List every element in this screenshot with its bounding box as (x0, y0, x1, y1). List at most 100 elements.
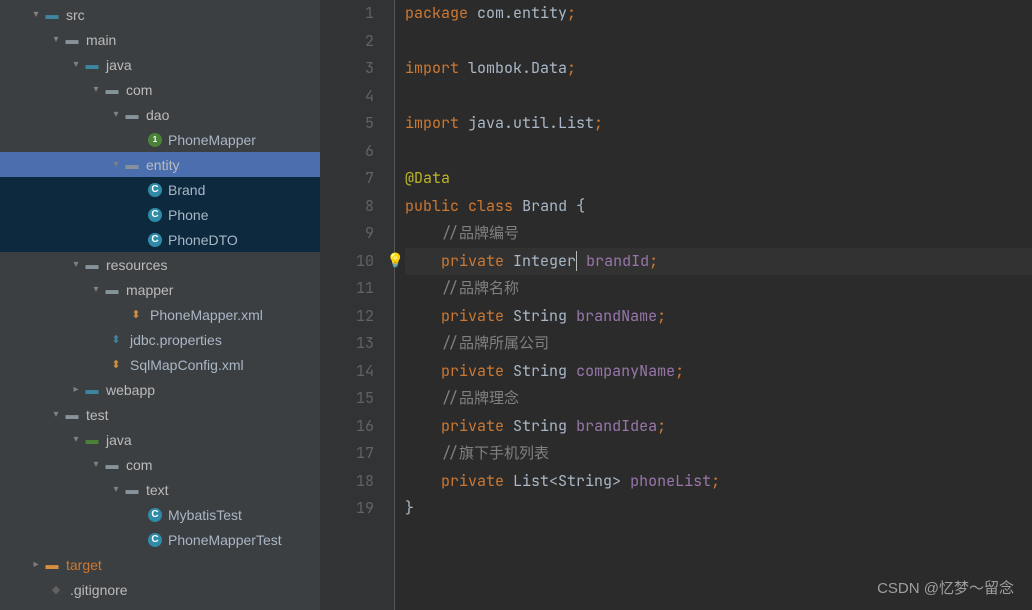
chevron-right-icon[interactable] (28, 559, 44, 570)
java-class-icon: C (148, 533, 162, 547)
code-line[interactable]: } (405, 495, 1032, 523)
code-line[interactable]: import java.util.List; (405, 110, 1032, 138)
code-editor[interactable]: 1 2 3 4 5 6 7 8 9 10💡 11 12 13 14 15 16 … (320, 0, 1032, 610)
code-line[interactable]: @Data (405, 165, 1032, 193)
code-line[interactable] (405, 138, 1032, 166)
code-area[interactable]: package com.entity; import lombok.Data; … (395, 0, 1032, 610)
intention-bulb-icon[interactable]: 💡 (387, 248, 404, 276)
code-line[interactable]: //品牌编号 (405, 220, 1032, 248)
chevron-down-icon[interactable] (108, 159, 124, 170)
tree-item-mybatistest[interactable]: CMybatisTest (0, 502, 320, 527)
tree-label: PhoneDTO (168, 232, 238, 248)
tree-item-webapp[interactable]: ▬webapp (0, 377, 320, 402)
folder-icon: ▬ (84, 57, 100, 73)
chevron-down-icon[interactable] (68, 259, 84, 270)
chevron-down-icon[interactable] (48, 34, 64, 45)
tree-item-phonemapperxml[interactable]: ⬍ PhoneMapper.xml (0, 302, 320, 327)
code-line[interactable]: private String companyName; (405, 358, 1032, 386)
tree-item-main[interactable]: ▬main (0, 27, 320, 52)
tree-label: entity (146, 157, 179, 173)
code-line[interactable]: private String brandName; (405, 303, 1032, 331)
line-number: 2 (320, 28, 374, 56)
tree-item-dao[interactable]: ▬ dao (0, 102, 320, 127)
tree-label: PhoneMapper.xml (150, 307, 263, 323)
tree-item-resources[interactable]: ▬ resources (0, 252, 320, 277)
tree-label: resources (106, 257, 167, 273)
tree-label: webapp (106, 382, 155, 398)
tree-item-phonemapper[interactable]: PhoneMapper (0, 127, 320, 152)
line-number: 15 (320, 385, 374, 413)
tree-item-test[interactable]: ▬test (0, 402, 320, 427)
code-line[interactable] (405, 28, 1032, 56)
code-line[interactable]: //品牌理念 (405, 385, 1032, 413)
project-tree[interactable]: ▬src ▬main ▬java ▬com ▬dao PhoneMapper ▬… (0, 0, 320, 610)
code-line[interactable]: public class Brand { (405, 193, 1032, 221)
chevron-down-icon[interactable] (68, 59, 84, 70)
code-line[interactable]: package com.entity; (405, 0, 1032, 28)
chevron-down-icon[interactable] (108, 484, 124, 495)
line-number: 18 (320, 468, 374, 496)
tree-item-java2[interactable]: ▬java (0, 427, 320, 452)
tree-item-java[interactable]: ▬ java (0, 52, 320, 77)
tree-item-brand[interactable]: CBrand (0, 177, 320, 202)
chevron-down-icon[interactable] (88, 284, 104, 295)
line-number: 14 (320, 358, 374, 386)
folder-icon: ▬ (124, 482, 140, 498)
line-number: 13 (320, 330, 374, 358)
chevron-down-icon[interactable] (88, 84, 104, 95)
code-line[interactable]: //品牌所属公司 (405, 330, 1032, 358)
tree-label: Phone (168, 207, 208, 223)
tree-item-com[interactable]: ▬com (0, 77, 320, 102)
chevron-down-icon[interactable] (68, 434, 84, 445)
tree-item-entity[interactable]: ▬entity (0, 152, 320, 177)
tree-item-sqlmapconfig[interactable]: ⬍SqlMapConfig.xml (0, 352, 320, 377)
chevron-down-icon[interactable] (48, 409, 64, 420)
folder-icon: ▬ (104, 282, 120, 298)
java-interface-icon (148, 133, 162, 147)
folder-icon: ▬ (124, 107, 140, 123)
folder-icon: ▬ (84, 257, 100, 273)
tree-label: PhoneMapperTest (168, 532, 282, 548)
tree-label: java (106, 57, 132, 73)
tree-label: test (86, 407, 109, 423)
code-line[interactable] (405, 83, 1032, 111)
properties-file-icon: ⬍ (108, 332, 124, 348)
tree-item-phonemappertest[interactable]: C PhoneMapperTest (0, 527, 320, 552)
code-line[interactable]: private Integer brandId; (405, 248, 1032, 276)
chevron-down-icon[interactable] (88, 459, 104, 470)
tree-item-jdbcprops[interactable]: ⬍ jdbc.properties (0, 327, 320, 352)
tree-label: dao (146, 107, 169, 123)
tree-item-text[interactable]: ▬ text (0, 477, 320, 502)
tree-label: jdbc.properties (130, 332, 222, 348)
tree-item-phonedto[interactable]: C PhoneDTO (0, 227, 320, 252)
line-number: 17 (320, 440, 374, 468)
tree-label: src (66, 7, 85, 23)
tree-item-com2[interactable]: ▬com (0, 452, 320, 477)
xml-file-icon: ⬍ (128, 307, 144, 323)
tree-label: java (106, 432, 132, 448)
tree-item-target[interactable]: ▬target (0, 552, 320, 577)
line-number: 1 (320, 0, 374, 28)
code-line[interactable]: //品牌名称 (405, 275, 1032, 303)
java-class-icon: C (148, 208, 162, 222)
tree-item-phone[interactable]: C Phone (0, 202, 320, 227)
tree-label: SqlMapConfig.xml (130, 357, 244, 373)
tree-item-mapper[interactable]: ▬ mapper (0, 277, 320, 302)
tree-label: text (146, 482, 169, 498)
tree-item-src[interactable]: ▬src (0, 2, 320, 27)
code-line[interactable]: private List<String> phoneList; (405, 468, 1032, 496)
chevron-down-icon[interactable] (28, 9, 44, 20)
tree-label: target (66, 557, 102, 573)
line-number: 12 (320, 303, 374, 331)
tree-label: main (86, 32, 116, 48)
code-line[interactable]: //旗下手机列表 (405, 440, 1032, 468)
java-class-icon: C (148, 233, 162, 247)
chevron-down-icon[interactable] (108, 109, 124, 120)
tree-item-gitignore[interactable]: ◆.gitignore (0, 577, 320, 602)
code-line[interactable]: private String brandIdea; (405, 413, 1032, 441)
tree-label: PhoneMapper (168, 132, 256, 148)
tree-label: mapper (126, 282, 173, 298)
chevron-right-icon[interactable] (68, 384, 84, 395)
line-number: 19 (320, 495, 374, 523)
code-line[interactable]: import lombok.Data; (405, 55, 1032, 83)
